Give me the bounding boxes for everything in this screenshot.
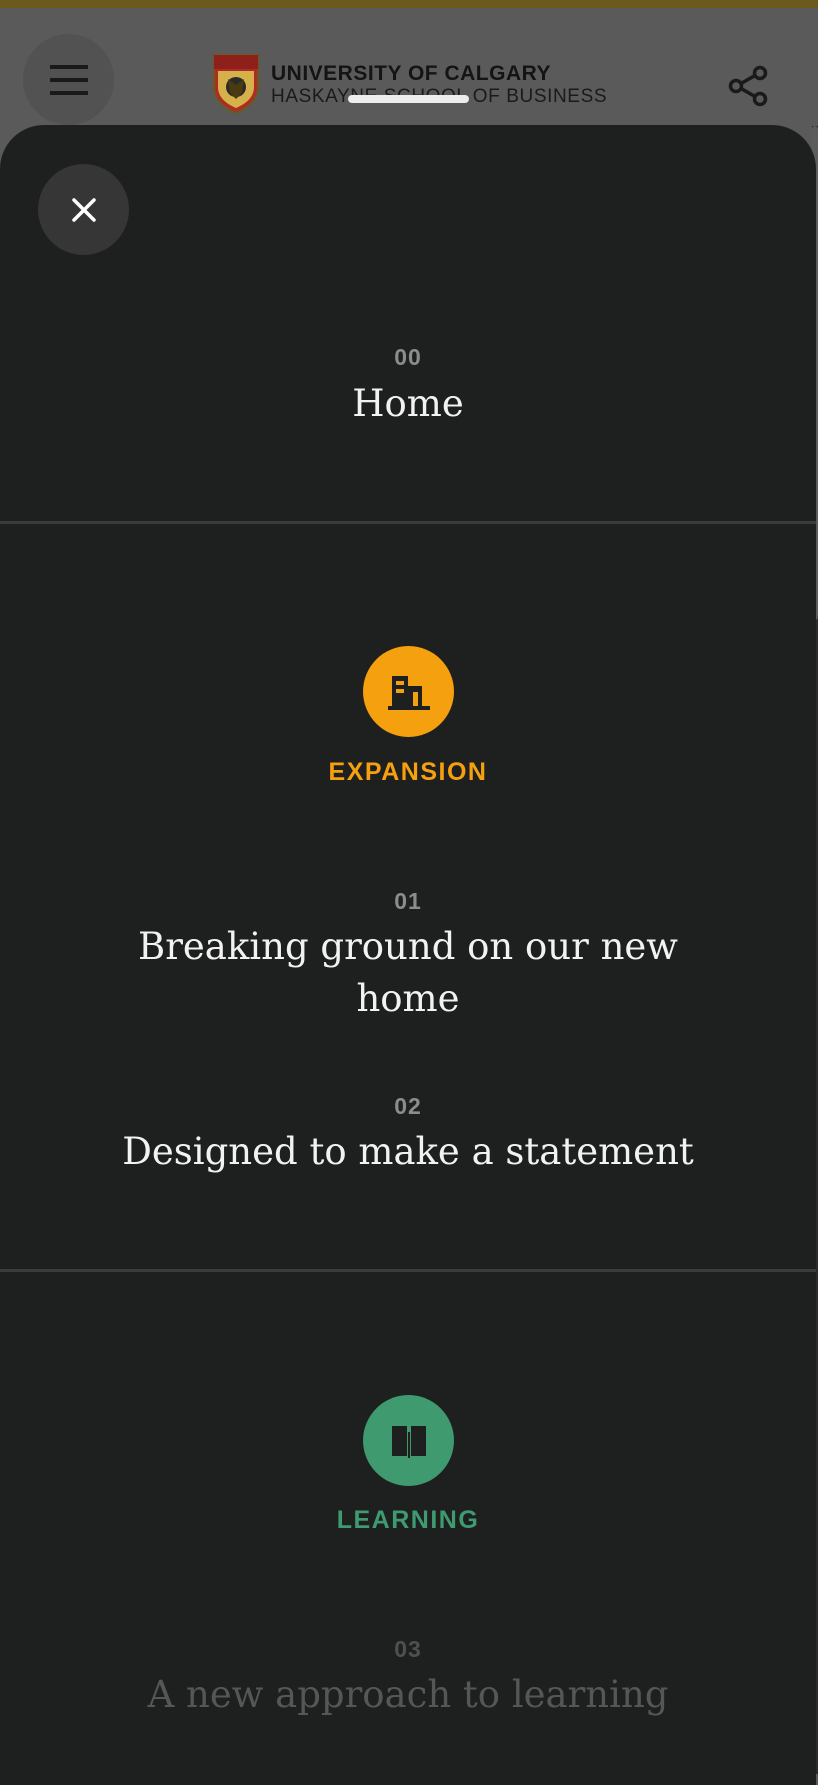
menu-button[interactable] xyxy=(23,34,114,125)
book-icon xyxy=(391,1425,426,1458)
home-number: 00 xyxy=(394,344,422,370)
nav-link-breaking-ground[interactable]: Breaking ground on our new home xyxy=(110,921,706,1025)
share-button[interactable] xyxy=(726,64,770,108)
expansion-section-icon xyxy=(363,646,454,737)
item-number: 03 xyxy=(394,1636,422,1662)
sheet-drag-handle[interactable] xyxy=(348,95,469,103)
nav-link-home[interactable]: Home xyxy=(110,378,706,430)
hamburger-icon xyxy=(49,64,88,95)
section-divider xyxy=(0,1269,816,1272)
learning-section-icon xyxy=(363,1395,454,1486)
nav-link-new-approach[interactable]: A new approach to learning xyxy=(60,1669,756,1721)
section-label-expansion: EXPANSION xyxy=(328,758,488,786)
section-divider xyxy=(0,521,816,524)
close-icon xyxy=(71,197,96,222)
university-logo[interactable]: UNIVERSITY OF CALGARY HASKAYNE SCHOOL OF… xyxy=(212,52,607,116)
nav-link-designed-statement[interactable]: Designed to make a statement xyxy=(60,1126,756,1178)
building-icon xyxy=(387,675,430,710)
item-number: 02 xyxy=(394,1093,422,1119)
item-number: 01 xyxy=(394,888,422,914)
logo-university-name: UNIVERSITY OF CALGARY xyxy=(271,61,552,85)
share-icon xyxy=(728,65,768,107)
section-label-learning: LEARNING xyxy=(336,1506,480,1534)
shield-crest-icon xyxy=(213,54,259,115)
site-header: UNIVERSITY OF CALGARY HASKAYNE SCHOOL OF… xyxy=(0,8,818,126)
close-button[interactable] xyxy=(38,164,129,255)
brand-top-bar xyxy=(0,0,818,8)
